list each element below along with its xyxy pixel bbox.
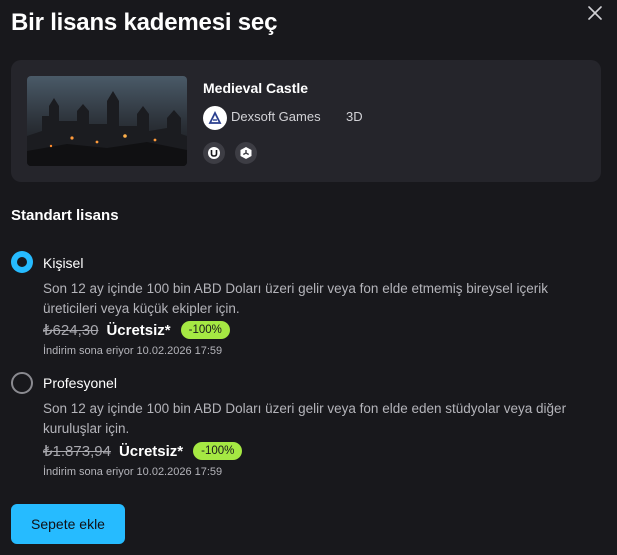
unreal-engine-icon	[203, 142, 225, 164]
old-price: ₺624,30	[43, 322, 99, 339]
option-name-professional[interactable]: Profesyonel	[43, 375, 117, 391]
option-name-personal[interactable]: Kişisel	[43, 255, 83, 271]
option-description-personal: Son 12 ay içinde 100 bin ABD Doları üzer…	[43, 281, 548, 316]
seller-logo-icon	[203, 106, 227, 130]
radio-professional[interactable]	[11, 372, 33, 394]
modal-title: Bir lisans kademesi seç	[11, 9, 278, 36]
radio-personal[interactable]	[11, 251, 33, 273]
add-to-cart-button[interactable]: Sepete ekle	[11, 504, 125, 544]
current-price: Ücretsiz*	[118, 442, 184, 460]
discount-end-text: İndirim sona eriyor 10.02.2026 17:59	[43, 466, 223, 478]
unity-icon	[235, 142, 257, 164]
asset-card: Medieval Castle Dexsoft Games 3D	[11, 60, 601, 182]
discount-badge: -100%	[193, 442, 243, 460]
option-description-professional: Son 12 ay içinde 100 bin ABD Doları üzer…	[43, 401, 567, 436]
close-icon[interactable]	[585, 3, 605, 23]
seller-name[interactable]: Dexsoft Games	[231, 109, 321, 124]
price-row-professional: ₺1.873,94 Ücretsiz* -100%	[43, 442, 243, 460]
asset-type: 3D	[346, 109, 363, 124]
old-price: ₺1.873,94	[43, 443, 111, 460]
discount-end-text: İndirim sona eriyor 10.02.2026 17:59	[43, 345, 223, 357]
asset-thumbnail	[27, 76, 187, 166]
license-section-title: Standart lisans	[11, 207, 119, 224]
discount-badge: -100%	[180, 321, 230, 339]
price-row-personal: ₺624,30 Ücretsiz* -100%	[43, 321, 230, 339]
current-price: Ücretsiz*	[106, 321, 171, 339]
asset-name: Medieval Castle	[203, 80, 309, 96]
